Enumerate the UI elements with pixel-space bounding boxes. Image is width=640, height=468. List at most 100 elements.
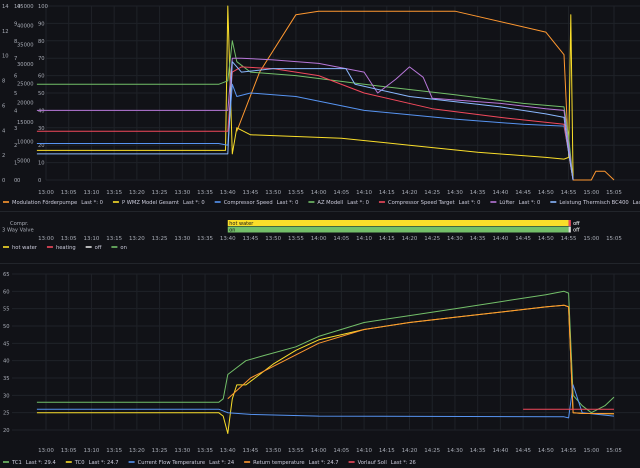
x-tick-label: 14:05 bbox=[333, 190, 349, 196]
x-tick-label: 15:00 bbox=[583, 236, 599, 242]
x-tick-label: 13:55 bbox=[288, 448, 304, 454]
row-label: Compr. bbox=[10, 221, 29, 227]
x-tick-label: 13:50 bbox=[265, 448, 281, 454]
x-tick-label: 14:10 bbox=[356, 190, 372, 196]
y-tick-label: 6 bbox=[14, 74, 17, 80]
legend-item-label: Compressor Speed bbox=[224, 200, 273, 206]
x-tick-label: 13:05 bbox=[61, 448, 77, 454]
x-tick-label: 13:10 bbox=[84, 448, 100, 454]
y-tick-label: 40 bbox=[38, 108, 45, 114]
x-tick-label: 13:35 bbox=[197, 448, 213, 454]
row-label: 3 Way Valve bbox=[2, 228, 34, 234]
y-tick-label: 100 bbox=[38, 4, 48, 10]
x-tick-label: 15:05 bbox=[606, 190, 622, 196]
y-tick-label: 90 bbox=[38, 21, 45, 27]
legend-item-last-value: Last *: 0 bbox=[633, 200, 640, 206]
x-tick-label: 14:40 bbox=[492, 236, 508, 242]
series-line[interactable] bbox=[36, 290, 615, 414]
y-tick-label: 70 bbox=[38, 56, 45, 62]
legend-item-last-value: Last *: 26 bbox=[391, 460, 416, 466]
heat-pump-power-chart: 0246810121401234567891005000100001500020… bbox=[2, 4, 640, 206]
y-tick-label: 35 bbox=[3, 376, 10, 382]
series-line[interactable] bbox=[36, 304, 615, 434]
y-tick-label: 5000 bbox=[17, 159, 30, 165]
legend-item-label: hot water bbox=[12, 245, 38, 251]
x-tick-label: 13:00 bbox=[38, 190, 54, 196]
legend-item-last-value: Last *: 0 bbox=[459, 200, 481, 206]
state-segment[interactable] bbox=[568, 220, 571, 226]
state-segment[interactable] bbox=[227, 220, 569, 226]
y-tick-label: 20 bbox=[3, 428, 10, 434]
x-tick-label: 14:55 bbox=[561, 190, 577, 196]
x-tick-label: 13:00 bbox=[38, 448, 54, 454]
x-tick-label: 14:15 bbox=[379, 190, 395, 196]
x-tick-label: 15:00 bbox=[583, 448, 599, 454]
x-tick-label: 13:25 bbox=[152, 190, 168, 196]
x-tick-label: 13:15 bbox=[106, 236, 122, 242]
y-tick-label: 10000 bbox=[17, 139, 34, 145]
series-line[interactable] bbox=[236, 10, 615, 181]
legend-item-label: Compressor Speed Target bbox=[388, 200, 455, 206]
x-tick-label: 13:15 bbox=[106, 190, 122, 196]
y-tick-label: 14 bbox=[2, 4, 9, 10]
state-end-label: off bbox=[573, 228, 580, 234]
x-tick-label: 13:15 bbox=[106, 448, 122, 454]
x-tick-label: 13:45 bbox=[243, 448, 259, 454]
legend-item-last-value: Last *: 0 bbox=[81, 200, 103, 206]
x-tick-label: 14:00 bbox=[311, 236, 327, 242]
legend-item-last-value: Last *: 24 bbox=[209, 460, 235, 466]
y-tick-label: 60 bbox=[38, 74, 45, 80]
x-tick-label: 14:10 bbox=[356, 448, 372, 454]
x-tick-label: 15:05 bbox=[606, 236, 622, 242]
x-tick-label: 14:50 bbox=[538, 236, 554, 242]
x-tick-label: 14:10 bbox=[356, 236, 372, 242]
x-tick-label: 14:20 bbox=[402, 236, 418, 242]
state-timeline-chart: Compr. hot water off 3 Way Valve on off 13:00 1… bbox=[2, 220, 622, 251]
y-tick-label: 80 bbox=[38, 39, 45, 45]
x-tick-label: 13:45 bbox=[243, 190, 259, 196]
y-tick-label: 5 bbox=[14, 91, 17, 97]
y-tick-label: 60 bbox=[3, 289, 10, 295]
y-tick-label: 0 bbox=[2, 178, 5, 184]
x-tick-label: 13:25 bbox=[152, 236, 168, 242]
y-tick-label: 12 bbox=[2, 29, 9, 35]
y-tick-label: 20000 bbox=[17, 101, 34, 107]
x-tick-label: 13:30 bbox=[174, 236, 190, 242]
x-tick-label: 14:00 bbox=[311, 448, 327, 454]
legend-item-label: Return temperature bbox=[253, 460, 304, 466]
legend-item-last-value: Last *: 0 bbox=[183, 200, 205, 206]
temperature-chart: 20 25 30 35 40 45 50 55 60 65 13:00 13:05 13:10 13:15… bbox=[3, 272, 640, 466]
legend-item-last-value: Last *: 0 bbox=[519, 200, 541, 206]
y-tick-label: 65 bbox=[3, 272, 10, 278]
legend-item-last-value: Last *: 0 bbox=[277, 200, 299, 206]
y-tick-label: 4 bbox=[14, 108, 18, 114]
x-tick-label: 14:20 bbox=[402, 190, 418, 196]
y-tick-label: 50 bbox=[3, 324, 10, 330]
x-tick-label: 14:55 bbox=[561, 448, 577, 454]
series-line[interactable] bbox=[227, 304, 615, 415]
legend-item-label: AZ Modell bbox=[317, 200, 343, 206]
series-line[interactable] bbox=[36, 83, 574, 181]
state-segment[interactable] bbox=[568, 226, 571, 233]
y-tick-label: 35000 bbox=[17, 43, 34, 49]
x-tick-label: 13:30 bbox=[174, 190, 190, 196]
state-segment[interactable] bbox=[227, 226, 569, 233]
y-tick-label: 45 bbox=[3, 341, 10, 347]
x-tick-label: 13:35 bbox=[197, 190, 213, 196]
x-tick-label: 13:20 bbox=[129, 190, 145, 196]
y-tick-label: 2 bbox=[2, 153, 5, 159]
legend-item-label: TC0 bbox=[74, 460, 85, 466]
x-tick-label: 14:15 bbox=[379, 236, 395, 242]
x-tick-label: 13:40 bbox=[220, 448, 236, 454]
x-tick-label: 13:05 bbox=[61, 190, 77, 196]
x-tick-label: 13:55 bbox=[288, 236, 304, 242]
legend-item-label: Lüfter bbox=[499, 200, 515, 206]
legend-item-last-value: Last *: 29.4 bbox=[26, 460, 57, 466]
x-tick-label: 14:45 bbox=[515, 190, 531, 196]
x-tick-label: 13:10 bbox=[84, 190, 100, 196]
y-tick-label: 25000 bbox=[17, 81, 34, 87]
legend-item-label: on bbox=[120, 245, 126, 251]
x-tick-label: 14:45 bbox=[515, 236, 531, 242]
state-label: on bbox=[229, 227, 235, 233]
y-tick-label: 50 bbox=[38, 91, 45, 97]
